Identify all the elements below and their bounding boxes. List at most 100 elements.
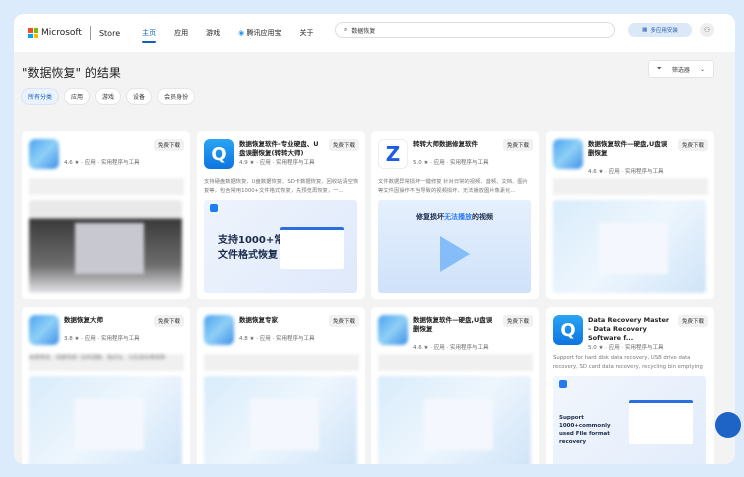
- app-card[interactable]: 数据恢复专家 4.8 ★ · 应用 · 实用程序与工具 免费下载: [197, 307, 365, 464]
- app-category: 实用程序与工具: [624, 345, 664, 351]
- nav-games[interactable]: 游戏: [206, 28, 220, 38]
- rating: 4.6 ★: [413, 345, 429, 351]
- chip-devices[interactable]: 设备: [126, 88, 153, 105]
- app-icon: Z: [378, 139, 408, 169]
- free-download-button[interactable]: 免费下载: [677, 315, 708, 327]
- shot-sub: 文件格式恢复: [218, 250, 278, 261]
- store-window: Microsoft Store 主页 应用 游戏 ◉ 腾讯应用宝 关于 ⌕ 数据恢…: [14, 14, 735, 464]
- free-download-button[interactable]: 免费下载: [328, 315, 359, 327]
- app-card[interactable]: Q Data Recovery Master – Data Recovery So…: [546, 307, 714, 464]
- app-type: 应用: [433, 345, 445, 351]
- rating: 5.0 ★: [413, 160, 429, 166]
- app-category: 实用程序与工具: [100, 336, 140, 342]
- install-icon: ▦: [642, 27, 648, 33]
- multi-install-button[interactable]: ▦ 多应用安装: [628, 23, 692, 37]
- brand-text: Microsoft: [41, 28, 82, 38]
- app-type: 应用: [608, 345, 620, 351]
- screenshot: [204, 376, 357, 464]
- rating: 4.6 ★: [588, 169, 604, 175]
- shot-title-end: 的视频: [472, 213, 493, 221]
- app-icon: [29, 139, 59, 169]
- app-meta: 5.0 ★ · 应用 · 实用程序与工具: [413, 160, 489, 166]
- app-name: 数据恢复软件-专业硬盘、U盘误删恢复(转转大师): [239, 140, 319, 157]
- app-card[interactable]: 4.6 ★ · 应用 · 实用程序与工具 免费下载: [22, 131, 190, 299]
- app-category: 实用程序与工具: [275, 160, 315, 166]
- app-name: 转转大师数据修复软件: [413, 140, 478, 148]
- app-name: Data Recovery Master – Data Recovery Sof…: [588, 316, 670, 342]
- app-category: 实用程序与工具: [449, 345, 489, 351]
- microsoft-store-logo[interactable]: Microsoft Store: [28, 26, 120, 40]
- tencent-icon: ◉: [238, 29, 245, 37]
- filter-dropdown[interactable]: ⏷ 筛选器 ⌄: [648, 60, 714, 78]
- divider: [89, 26, 91, 40]
- app-name: 数据恢复专家: [239, 316, 278, 324]
- nav-about[interactable]: 关于: [299, 28, 313, 38]
- rating: 4.6 ★: [64, 160, 80, 166]
- rating: 3.8 ★: [64, 336, 80, 342]
- app-meta: 5.0 ★ · 应用 · 实用程序与工具: [588, 345, 664, 351]
- free-download-button[interactable]: 免费下载: [328, 139, 359, 151]
- rating: 4.9 ★: [239, 160, 255, 166]
- app-description: 文件数据异常损坏一键修复 针对日常的视频、音频、文档、图片等文件因操作不当导致的…: [378, 179, 528, 194]
- app-card[interactable]: Z 转转大师数据修复软件 5.0 ★ · 应用 · 实用程序与工具 免费下载 文件…: [371, 131, 539, 299]
- app-type: 应用: [259, 160, 271, 166]
- page-title: "数据恢复" 的结果: [22, 66, 121, 80]
- search-input[interactable]: ⌕ 数据恢复: [335, 22, 615, 38]
- app-description: [29, 178, 184, 195]
- app-category: 实用程序与工具: [100, 160, 140, 166]
- app-name: 数据恢复软件—硬盘,U盘误删恢复: [588, 140, 668, 157]
- app-icon: [553, 139, 583, 169]
- chip-apps[interactable]: 应用: [64, 88, 91, 105]
- chip-games[interactable]: 游戏: [95, 88, 122, 105]
- app-category: 实用程序与工具: [624, 169, 664, 175]
- avatar[interactable]: ⚇: [700, 23, 714, 37]
- chip-membership[interactable]: 会员身份: [157, 88, 196, 105]
- screenshot: [29, 376, 182, 464]
- app-name: 数据恢复大师: [64, 316, 103, 324]
- screenshot: 支持1000+常用 文件格式恢复: [204, 200, 357, 293]
- app-icon: [29, 315, 59, 345]
- app-card[interactable]: 数据恢复大师 3.8 ★ · 应用 · 实用程序与工具 免费下载 免费预览、深度…: [22, 307, 190, 464]
- shot-title: Support 1000+commonly used File format r…: [559, 415, 611, 445]
- chip-all[interactable]: 所有分类: [21, 88, 60, 105]
- rating: 4.8 ★: [239, 336, 255, 342]
- screenshot: Support 1000+commonly used File format r…: [553, 376, 706, 464]
- app-card[interactable]: 数据恢复软件—硬盘,U盘误删恢复 4.6 ★ · 应用 · 实用程序与工具 免费…: [371, 307, 539, 464]
- multi-install-label: 多应用安装: [650, 28, 678, 34]
- nav-tencent[interactable]: ◉ 腾讯应用宝: [238, 28, 281, 38]
- app-description: [553, 178, 708, 195]
- app-type: 应用: [84, 160, 96, 166]
- filter-label: 筛选器: [671, 66, 690, 74]
- app-category: 实用程序与工具: [275, 336, 315, 342]
- free-download-button[interactable]: 免费下载: [153, 139, 184, 151]
- app-meta: 4.6 ★ · 应用 · 实用程序与工具: [64, 160, 140, 166]
- screenshot: [553, 200, 706, 293]
- app-description: [204, 354, 359, 371]
- app-description: 支持硬盘数据恢复、U盘数据恢复、SD卡数据恢复、回收站清空恢复等，包含常用100…: [204, 179, 359, 194]
- nav-tencent-label: 腾讯应用宝: [246, 29, 282, 37]
- shot-title: 修复损坏: [416, 213, 444, 221]
- app-type: 应用: [84, 336, 96, 342]
- free-download-button[interactable]: 免费下载: [502, 315, 533, 327]
- app-description: Support for hard disk data recovery, USB…: [553, 355, 703, 370]
- app-card[interactable]: Q 数据恢复软件-专业硬盘、U盘误删恢复(转转大师) 4.9 ★ · 应用 · 实…: [197, 131, 365, 299]
- app-icon: [204, 315, 234, 345]
- app-type: 应用: [608, 169, 620, 175]
- app-icon: [378, 315, 408, 345]
- app-name: 数据恢复软件—硬盘,U盘误删恢复: [413, 316, 493, 333]
- app-card[interactable]: 数据恢复软件—硬盘,U盘误删恢复 4.6 ★ · 应用 · 实用程序与工具 免费…: [546, 131, 714, 299]
- free-download-button[interactable]: 免费下载: [502, 139, 533, 151]
- category-chips: 所有分类 应用 游戏 设备 会员身份: [21, 88, 196, 105]
- floating-action-button[interactable]: [715, 412, 741, 438]
- free-download-button[interactable]: 免费下载: [677, 139, 708, 151]
- rating: 5.0 ★: [588, 345, 604, 351]
- app-type: 应用: [433, 160, 445, 166]
- search-icon: ⌕: [344, 26, 348, 33]
- filter-icon: ⏷: [657, 65, 662, 72]
- free-download-button[interactable]: 免费下载: [153, 315, 184, 327]
- nav-apps[interactable]: 应用: [174, 28, 188, 38]
- nav-home[interactable]: 主页: [142, 28, 157, 43]
- app-category: 实用程序与工具: [449, 160, 489, 166]
- app-description: 免费预览、深度恢复! 支持误删、格式化、分区丢失等场景: [29, 354, 184, 371]
- play-icon: [440, 236, 470, 272]
